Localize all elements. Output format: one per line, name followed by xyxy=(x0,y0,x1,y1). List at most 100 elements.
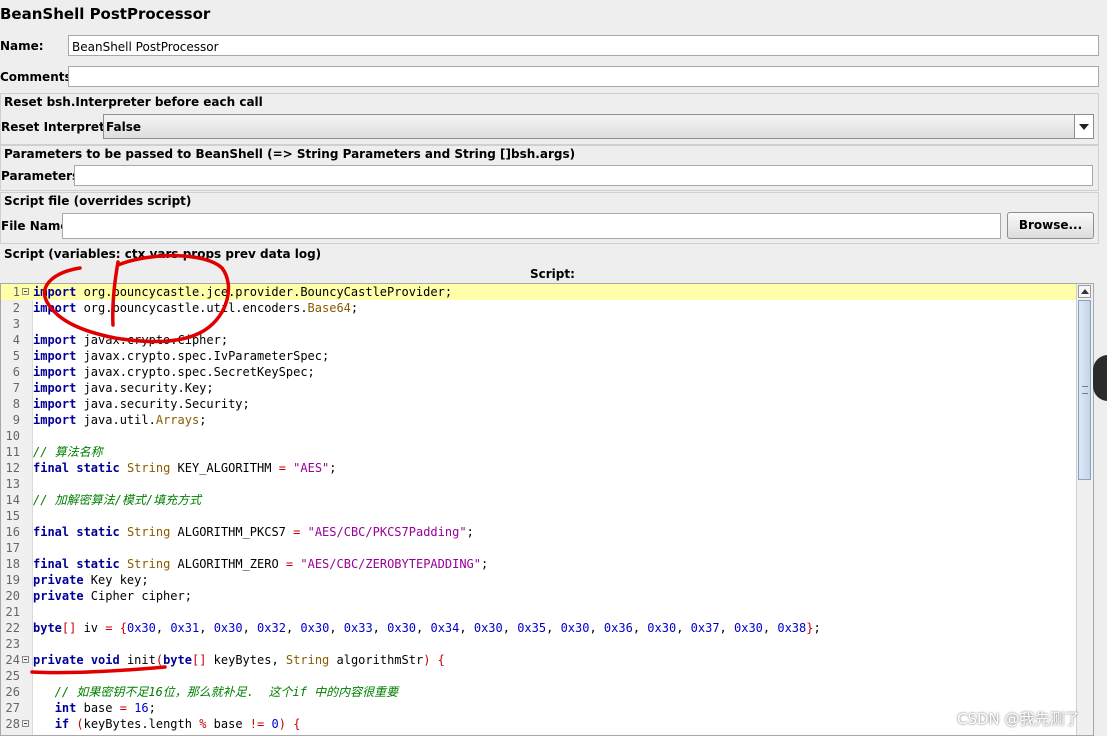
line-number: 28 xyxy=(5,717,20,731)
line-number: 18 xyxy=(5,557,20,571)
line-number: 1 xyxy=(12,285,20,299)
chevron-down-icon[interactable] xyxy=(1074,115,1093,138)
line-number: 13 xyxy=(5,477,20,491)
watermark: CSDN @我先测了 xyxy=(957,710,1080,728)
browse-button[interactable]: Browse... xyxy=(1007,212,1094,239)
code-line[interactable]: 27 int base = 16; xyxy=(1,700,1078,716)
code-line[interactable]: 2 import org.bouncycastle.util.encoders.B… xyxy=(1,300,1078,316)
code-line[interactable]: 16 final static String ALGORITHM_PKCS7 = … xyxy=(1,524,1078,540)
reset-interpreter-dropdown[interactable]: False xyxy=(103,114,1094,139)
code-text: import org.bouncycastle.util.encoders.Ba… xyxy=(33,301,359,315)
code-line[interactable]: 5 import javax.crypto.spec.IvParameterSpe… xyxy=(1,348,1078,364)
code-line[interactable]: 13 xyxy=(1,476,1078,492)
code-line[interactable]: 14 // 加解密算法/模式/填充方式 xyxy=(1,492,1078,508)
code-text: import javax.crypto.spec.SecretKeySpec; xyxy=(33,365,315,379)
code-text: // 如果密钥不足16位，那么就补足. 这个if 中的内容很重要 xyxy=(33,685,399,699)
code-text: // 加解密算法/模式/填充方式 xyxy=(33,493,202,507)
code-line[interactable]: 10 xyxy=(1,428,1078,444)
script-header: Script: xyxy=(530,267,575,281)
line-number: 19 xyxy=(5,573,20,587)
line-number: 26 xyxy=(5,685,20,699)
code-text: private Cipher cipher; xyxy=(33,589,192,603)
code-text: if (keyBytes.length % base != 0) { xyxy=(54,717,301,731)
name-label: Name: xyxy=(0,39,44,53)
code-line[interactable]: 7 import java.security.Key; xyxy=(1,380,1078,396)
scroll-thumb[interactable] xyxy=(1078,300,1091,480)
fold-toggle-icon[interactable] xyxy=(22,288,29,295)
code-line[interactable]: 22 byte[] iv = {0x30, 0x31, 0x30, 0x32, 0… xyxy=(1,620,1078,636)
code-text: import java.util.Arrays; xyxy=(33,413,207,427)
line-number: 9 xyxy=(12,413,20,427)
comments-field[interactable] xyxy=(68,66,1099,87)
script-editor[interactable]: 1 import org.bouncycastle.jce.provider.Bo… xyxy=(0,283,1094,736)
code-text: final static String ALGORITHM_ZERO = "AE… xyxy=(33,557,489,571)
code-line[interactable]: 24 private void init(byte[] keyBytes, Str… xyxy=(1,652,1078,668)
code-line[interactable]: 4 import javax.crypto.Cipher; xyxy=(1,332,1078,348)
code-line[interactable]: 26 // 如果密钥不足16位，那么就补足. 这个if 中的内容很重要 xyxy=(1,684,1078,700)
code-text: int base = 16; xyxy=(54,701,156,715)
line-number: 24 xyxy=(5,653,20,667)
line-number: 17 xyxy=(5,541,20,555)
panel-title: BeanShell PostProcessor xyxy=(0,5,211,23)
file-name-field[interactable] xyxy=(62,213,1001,239)
line-number: 4 xyxy=(12,333,20,347)
code-line[interactable]: 28 if (keyBytes.length % base != 0) { xyxy=(1,716,1078,732)
line-number: 12 xyxy=(5,461,20,475)
line-number: 11 xyxy=(5,445,20,459)
code-text: private Key key; xyxy=(33,573,149,587)
code-line[interactable]: 15 xyxy=(1,508,1078,524)
fold-toggle-icon[interactable] xyxy=(22,656,29,663)
name-field[interactable]: BeanShell PostProcessor xyxy=(68,35,1099,56)
code-line[interactable]: 9 import java.util.Arrays; xyxy=(1,412,1078,428)
code-line[interactable]: 19 private Key key; xyxy=(1,572,1078,588)
code-line[interactable]: 8 import java.security.Security; xyxy=(1,396,1078,412)
line-number: 15 xyxy=(5,509,20,523)
line-number: 27 xyxy=(5,701,20,715)
scroll-up-icon[interactable] xyxy=(1078,285,1091,298)
line-number: 8 xyxy=(12,397,20,411)
code-text: import javax.crypto.Cipher; xyxy=(33,333,229,347)
reset-interpreter-value: False xyxy=(106,120,141,134)
line-number: 3 xyxy=(12,317,20,331)
line-number: 5 xyxy=(12,349,20,363)
line-number: 2 xyxy=(12,301,20,315)
script-file-section-title: Script file (overrides script) xyxy=(4,194,192,208)
code-line[interactable]: 11 // 算法名称 xyxy=(1,444,1078,460)
script-section-title: Script (variables: ctx vars props prev d… xyxy=(4,247,322,261)
code-text: import javax.crypto.spec.IvParameterSpec… xyxy=(33,349,330,363)
code-line[interactable]: 25 xyxy=(1,668,1078,684)
code-line[interactable]: 3 xyxy=(1,316,1078,332)
code-line[interactable]: 17 xyxy=(1,540,1078,556)
vertical-scrollbar[interactable] xyxy=(1076,284,1093,735)
line-number: 25 xyxy=(5,669,20,683)
code-line[interactable]: 23 xyxy=(1,636,1078,652)
code-line[interactable]: 21 xyxy=(1,604,1078,620)
code-line[interactable]: 1 import org.bouncycastle.jce.provider.Bo… xyxy=(1,284,1078,300)
code-text: import java.security.Security; xyxy=(33,397,250,411)
code-text: final static String KEY_ALGORITHM = "AES… xyxy=(33,461,337,475)
line-number: 23 xyxy=(5,637,20,651)
code-line[interactable]: 6 import javax.crypto.spec.SecretKeySpec; xyxy=(1,364,1078,380)
line-number: 16 xyxy=(5,525,20,539)
code-text: import java.security.Key; xyxy=(33,381,214,395)
code-text: private void init(byte[] keyBytes, Strin… xyxy=(33,653,445,667)
parameters-label: Parameters: xyxy=(1,169,84,183)
code-text: import org.bouncycastle.jce.provider.Bou… xyxy=(33,285,453,299)
parameters-section-title: Parameters to be passed to BeanShell (=>… xyxy=(4,147,576,161)
line-number: 20 xyxy=(5,589,20,603)
comments-label: Comments: xyxy=(0,70,77,84)
line-number: 6 xyxy=(12,365,20,379)
reset-section-title: Reset bsh.Interpreter before each call xyxy=(4,95,263,109)
code-text: final static String ALGORITHM_PKCS7 = "A… xyxy=(33,525,474,539)
code-line[interactable]: 20 private Cipher cipher; xyxy=(1,588,1078,604)
line-number: 7 xyxy=(12,381,20,395)
code-text: byte[] iv = {0x30, 0x31, 0x30, 0x32, 0x3… xyxy=(33,621,821,635)
line-number: 14 xyxy=(5,493,20,507)
parameters-field[interactable] xyxy=(74,165,1093,186)
fold-toggle-icon[interactable] xyxy=(22,720,29,727)
line-number: 10 xyxy=(5,429,20,443)
line-number: 22 xyxy=(5,621,20,635)
code-line[interactable]: 12 final static String KEY_ALGORITHM = "A… xyxy=(1,460,1078,476)
floating-side-button[interactable] xyxy=(1093,355,1107,401)
code-line[interactable]: 18 final static String ALGORITHM_ZERO = "… xyxy=(1,556,1078,572)
